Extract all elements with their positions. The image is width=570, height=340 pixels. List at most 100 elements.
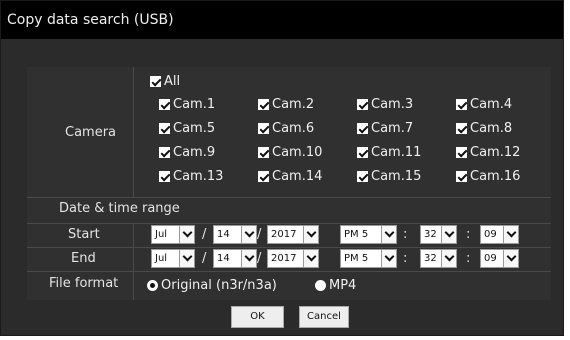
start-year-select[interactable]: 2017 — [267, 225, 319, 244]
time-separator: : — [403, 227, 408, 242]
chevron-down-icon — [179, 226, 194, 243]
camera-checkbox-2[interactable]: Cam.2 — [258, 95, 314, 113]
checkbox-checked-icon — [150, 75, 161, 87]
end-minute-select[interactable]: 32 — [420, 249, 457, 268]
row-divider — [27, 271, 551, 272]
checkbox-checked-icon — [159, 146, 170, 158]
date-separator: / — [202, 251, 207, 266]
camera-checkbox-16[interactable]: Cam.16 — [456, 167, 520, 185]
format-mp4-radio[interactable]: MP4 — [315, 277, 356, 293]
chevron-down-icon — [179, 250, 194, 267]
end-day-select[interactable]: 14 — [213, 249, 257, 268]
camera-checkbox-label: Cam.1 — [173, 96, 216, 112]
start-label: Start — [68, 227, 100, 242]
checkbox-checked-icon — [456, 122, 467, 134]
end-label: End — [71, 251, 96, 266]
checkbox-checked-icon — [159, 170, 170, 182]
end-month-select[interactable]: Jul — [151, 249, 195, 268]
end-hour-select[interactable]: PM 5 — [340, 249, 397, 268]
start-second-select[interactable]: 09 — [480, 225, 519, 244]
chevron-down-icon — [381, 250, 396, 267]
checkbox-checked-icon — [357, 122, 368, 134]
checkbox-checked-icon — [456, 170, 467, 182]
row-divider — [27, 223, 551, 224]
format-original-radio[interactable]: Original (n3r/n3a) — [147, 277, 277, 293]
time-separator: : — [403, 251, 408, 266]
checkbox-checked-icon — [159, 122, 170, 134]
checkbox-checked-icon — [258, 170, 269, 182]
checkbox-checked-icon — [258, 122, 269, 134]
camera-checkbox-label: Cam.8 — [470, 120, 513, 136]
camera-checkbox-5[interactable]: Cam.5 — [159, 119, 215, 137]
camera-checkbox-12[interactable]: Cam.12 — [456, 143, 520, 161]
copy-data-search-dialog: Copy data search (USB) Camera All Cam.1 C… — [0, 0, 564, 336]
camera-checkbox-label: Cam.3 — [371, 96, 414, 112]
camera-checkbox-4[interactable]: Cam.4 — [456, 95, 512, 113]
checkbox-checked-icon — [258, 146, 269, 158]
camera-checkbox-11[interactable]: Cam.11 — [357, 143, 421, 161]
chevron-down-icon — [241, 226, 256, 243]
camera-checkbox-9[interactable]: Cam.9 — [159, 143, 215, 161]
end-year-select[interactable]: 2017 — [267, 249, 319, 268]
date-separator: / — [257, 251, 262, 266]
checkbox-checked-icon — [258, 98, 269, 110]
camera-checkbox-label: Cam.2 — [272, 96, 315, 112]
radio-icon — [315, 279, 326, 291]
column-divider — [133, 67, 134, 197]
camera-checkbox-3[interactable]: Cam.3 — [357, 95, 413, 113]
camera-checkbox-label: Cam.11 — [371, 144, 422, 160]
camera-checkbox-14[interactable]: Cam.14 — [258, 167, 322, 185]
checkbox-checked-icon — [456, 98, 467, 110]
chevron-down-icon — [503, 226, 518, 243]
search-form-panel: Camera All Cam.1 Cam.2 Cam.3 Cam.4 Cam.5 Cam.… — [27, 67, 551, 300]
chevron-down-icon — [241, 250, 256, 267]
camera-checkbox-label: Cam.5 — [173, 120, 216, 136]
camera-all-checkbox[interactable]: All — [150, 72, 180, 90]
cancel-button[interactable]: Cancel — [299, 306, 349, 328]
ok-button[interactable]: OK — [231, 306, 284, 328]
time-separator: : — [466, 227, 471, 242]
chevron-down-icon — [303, 226, 318, 243]
camera-checkbox-8[interactable]: Cam.8 — [456, 119, 512, 137]
camera-checkbox-label: Cam.16 — [470, 168, 521, 184]
start-day-select[interactable]: 14 — [213, 225, 257, 244]
row-divider — [27, 197, 551, 198]
camera-checkbox-1[interactable]: Cam.1 — [159, 95, 215, 113]
camera-checkbox-label: Cam.13 — [173, 168, 224, 184]
camera-label: Camera — [65, 125, 117, 140]
camera-checkbox-6[interactable]: Cam.6 — [258, 119, 314, 137]
start-month-select[interactable]: Jul — [151, 225, 195, 244]
checkbox-checked-icon — [456, 146, 467, 158]
camera-checkbox-label: Cam.15 — [371, 168, 422, 184]
checkbox-checked-icon — [357, 98, 368, 110]
camera-checkbox-label: Cam.12 — [470, 144, 521, 160]
format-original-label: Original (n3r/n3a) — [161, 277, 277, 293]
date-separator: / — [257, 227, 262, 242]
start-hour-select[interactable]: PM 5 — [340, 225, 397, 244]
date-time-range-heading: Date & time range — [59, 201, 180, 216]
radio-icon — [147, 279, 158, 291]
camera-checkbox-label: Cam.7 — [371, 120, 414, 136]
dialog-title: Copy data search (USB) — [1, 1, 563, 39]
chevron-down-icon — [303, 250, 318, 267]
end-second-select[interactable]: 09 — [480, 249, 519, 268]
start-minute-select[interactable]: 32 — [420, 225, 457, 244]
time-separator: : — [466, 251, 471, 266]
file-format-label: File format — [49, 276, 119, 291]
checkbox-checked-icon — [159, 98, 170, 110]
camera-checkbox-7[interactable]: Cam.7 — [357, 119, 413, 137]
checkbox-checked-icon — [357, 146, 368, 158]
checkbox-checked-icon — [357, 170, 368, 182]
chevron-down-icon — [441, 226, 456, 243]
camera-checkbox-label: Cam.10 — [272, 144, 323, 160]
camera-checkbox-label: Cam.4 — [470, 96, 513, 112]
format-mp4-label: MP4 — [329, 277, 357, 293]
chevron-down-icon — [381, 226, 396, 243]
camera-all-label: All — [164, 73, 181, 89]
camera-checkbox-10[interactable]: Cam.10 — [258, 143, 322, 161]
row-divider — [27, 247, 551, 248]
camera-checkbox-15[interactable]: Cam.15 — [357, 167, 421, 185]
date-separator: / — [202, 227, 207, 242]
column-divider — [133, 223, 134, 300]
camera-checkbox-13[interactable]: Cam.13 — [159, 167, 223, 185]
